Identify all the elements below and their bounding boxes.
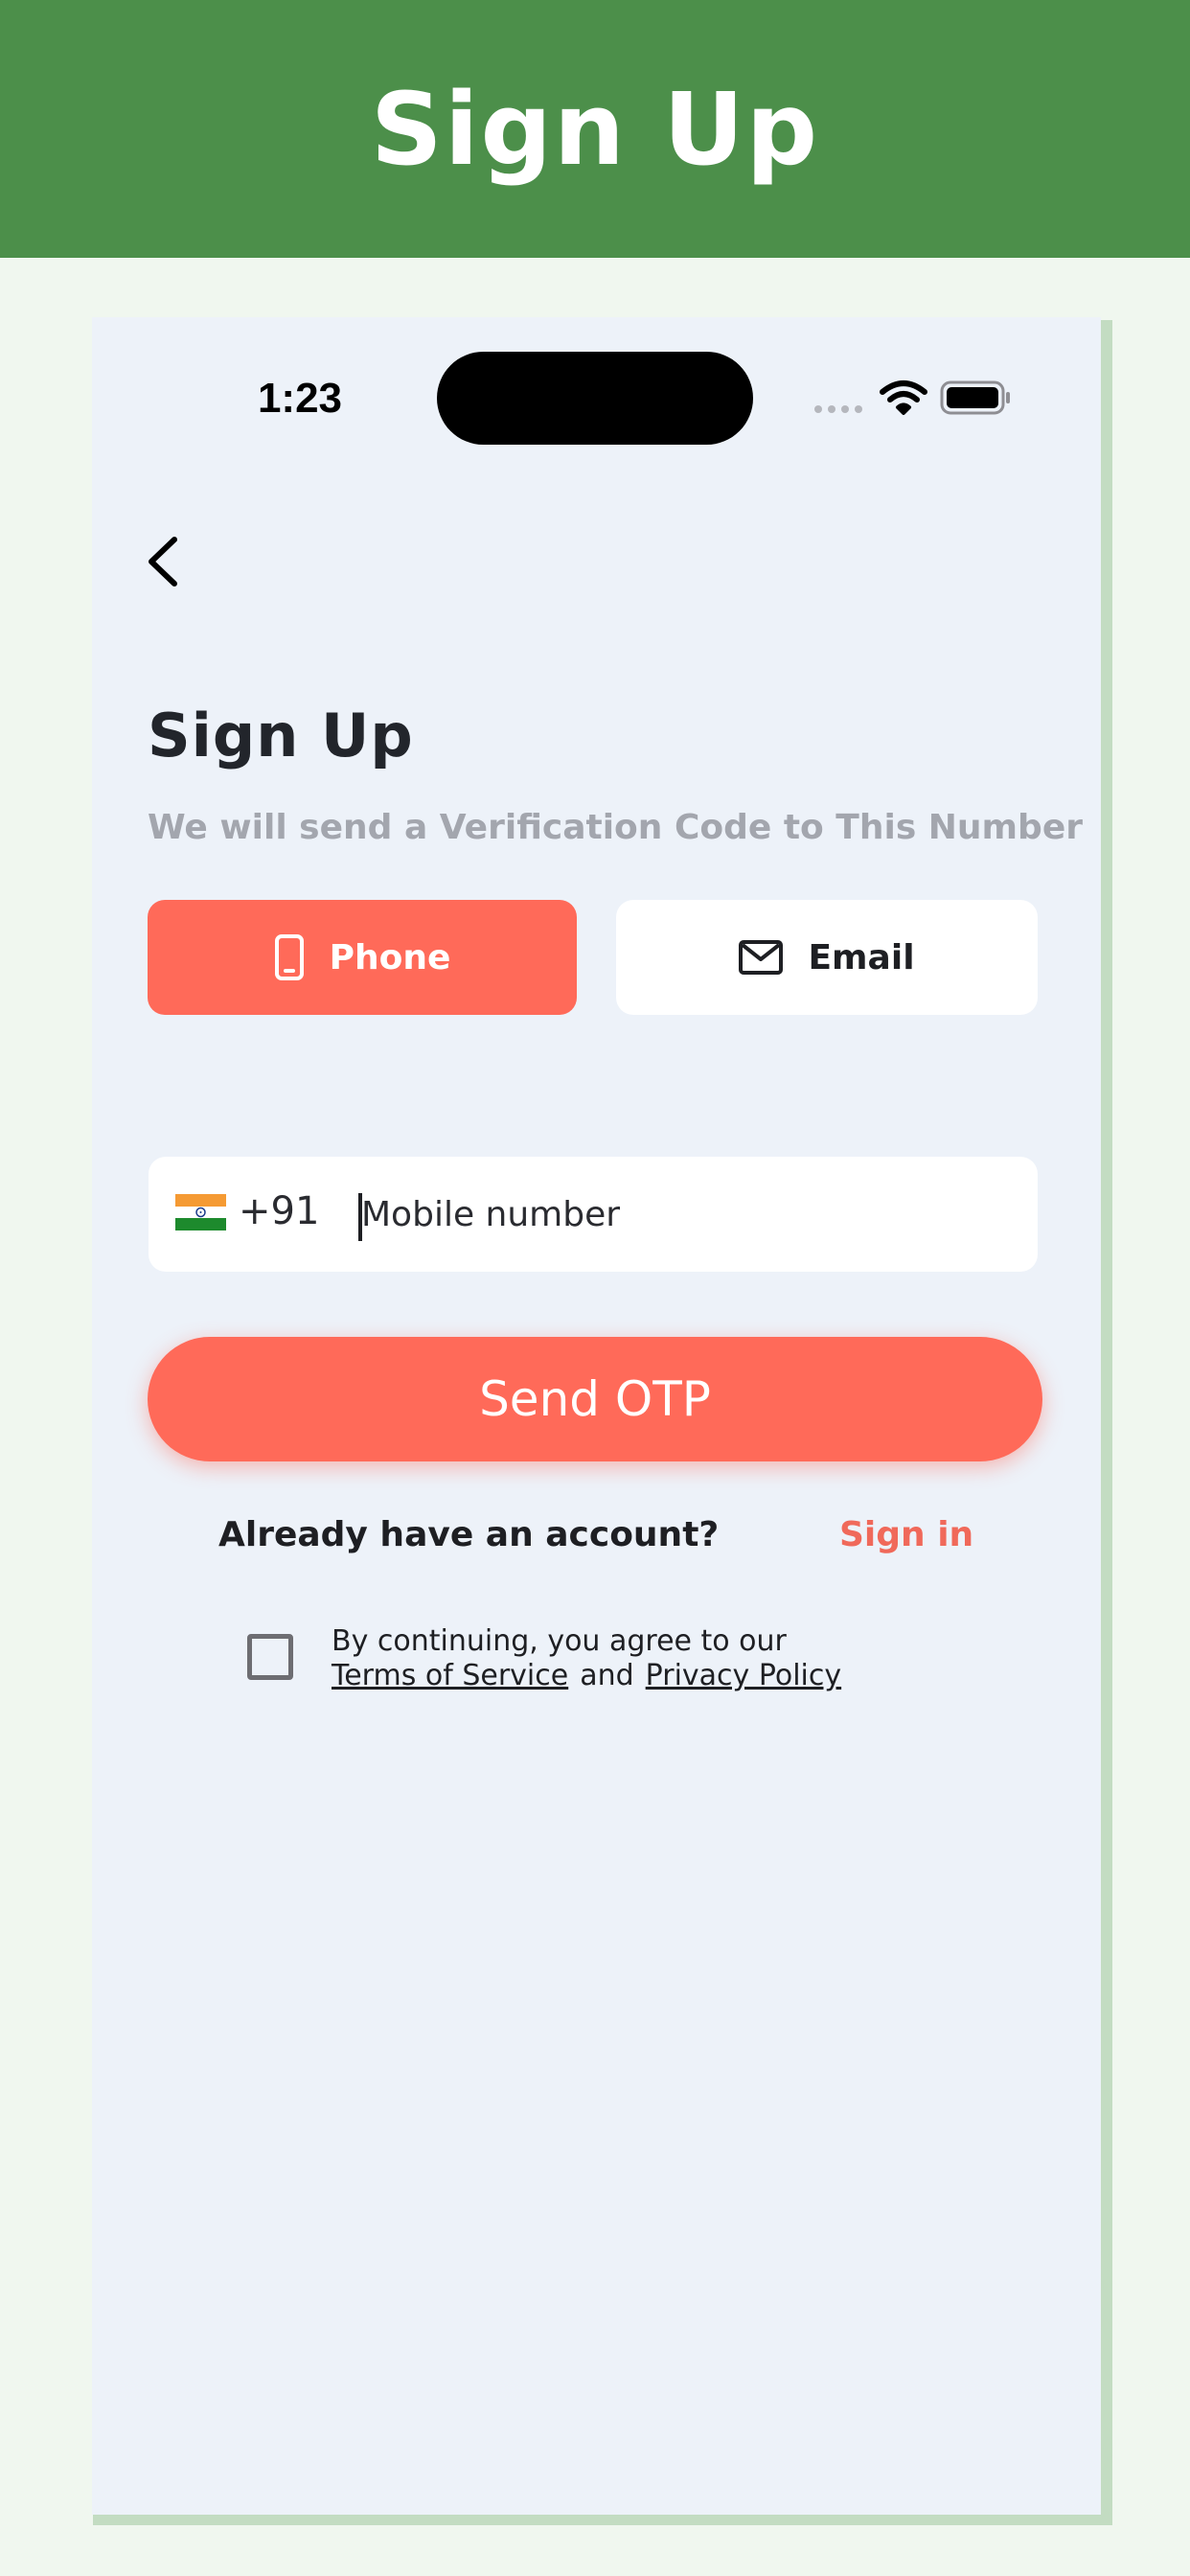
tab-phone[interactable]: Phone: [148, 900, 577, 1015]
tab-email[interactable]: Email: [616, 900, 1038, 1015]
country-code[interactable]: +91: [239, 1189, 319, 1233]
page-subtitle: We will send a Verification Code to This…: [148, 808, 1083, 847]
already-account-text: Already have an account?: [218, 1515, 720, 1554]
send-otp-button[interactable]: Send OTP: [148, 1337, 1042, 1461]
mobile-number-input[interactable]: [361, 1176, 1013, 1253]
terms-and-text: and: [580, 1659, 634, 1692]
signal-icon: [814, 405, 862, 413]
india-flag-icon: [175, 1194, 226, 1230]
tab-email-label: Email: [808, 937, 915, 978]
terms-checkbox[interactable]: [247, 1634, 293, 1680]
phone-input-row: +91: [149, 1157, 1038, 1272]
banner-title: Sign Up: [370, 70, 820, 188]
header-banner: Sign Up: [0, 0, 1190, 258]
send-otp-label: Send OTP: [479, 1371, 711, 1427]
battery-icon: [940, 380, 1010, 415]
wifi-icon: [880, 380, 927, 415]
terms-of-service-link[interactable]: Terms of Service: [332, 1659, 568, 1692]
status-time: 1:23: [257, 375, 343, 422]
sign-in-link[interactable]: Sign in: [839, 1515, 973, 1554]
terms-text: By continuing, you agree to our: [332, 1624, 787, 1658]
page-title: Sign Up: [148, 701, 414, 770]
phone-screen: 1:23 Sign Up We will send a Verification…: [92, 317, 1101, 2515]
mail-icon: [739, 940, 784, 975]
phone-icon: [274, 934, 304, 980]
dynamic-island: [437, 352, 753, 445]
privacy-policy-link[interactable]: Privacy Policy: [646, 1659, 841, 1692]
back-chevron-icon[interactable]: [138, 528, 186, 595]
tab-phone-label: Phone: [329, 937, 451, 978]
terms-links: Terms of Service and Privacy Policy: [332, 1659, 841, 1692]
